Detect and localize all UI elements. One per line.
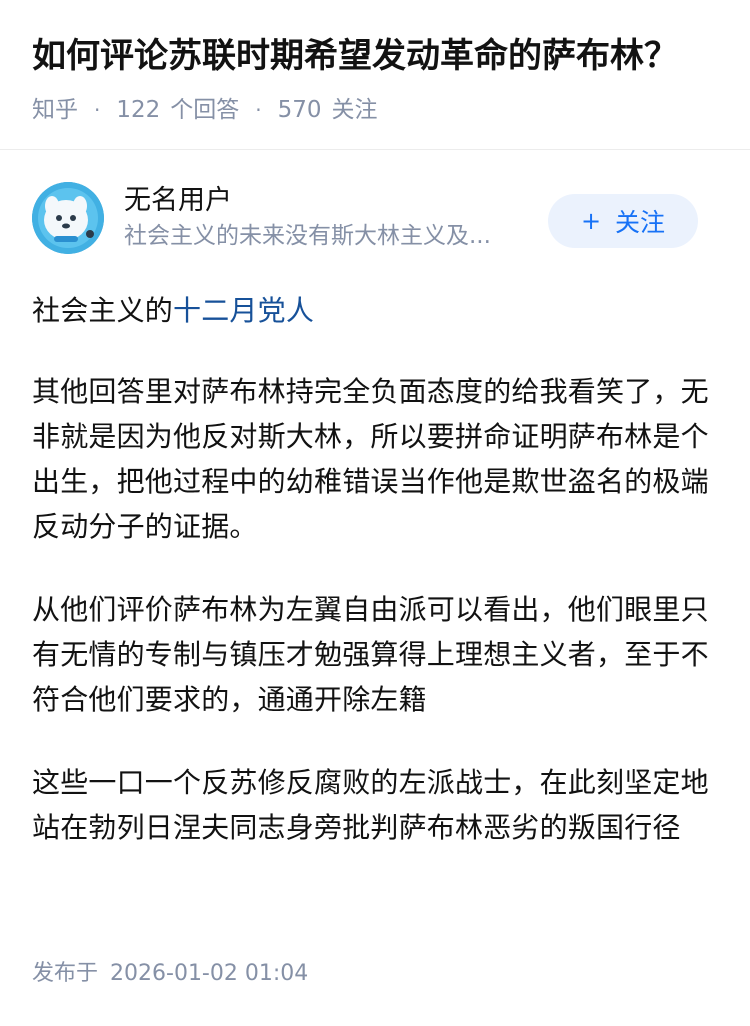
- plus-icon: +: [580, 207, 602, 235]
- follow-count: 570: [277, 97, 322, 123]
- follow-count-link[interactable]: 570 关注: [278, 94, 378, 126]
- meta-separator: ·: [255, 98, 262, 122]
- author-bio: 社会主义的未来没有斯大林主义及...: [124, 223, 491, 249]
- source-label[interactable]: 知乎: [32, 94, 78, 126]
- paragraph-3: 从他们评价萨布林为左翼自由派可以看出，他们眼里只有无情的专制与镇压才勉强算得上理…: [32, 593, 709, 716]
- question-meta: 知乎 · 122 个回答 · 570 关注: [32, 94, 718, 126]
- publish-label: 发布于: [32, 961, 99, 986]
- answer-content: 社会主义的十二月党人 其他回答里对萨布林持完全负面态度的给我看笑了，无非就是因为…: [32, 288, 718, 850]
- author-row: 无名用户 社会主义的未来没有斯大林主义及... + 关注: [32, 150, 718, 286]
- question-header: 如何评论苏联时期希望发动革命的萨布林？ 知乎 · 122 个回答 · 570 关注: [0, 0, 750, 150]
- follow-button-label: 关注: [615, 208, 666, 237]
- answer-card: 无名用户 社会主义的未来没有斯大林主义及... + 关注 社会主义的十二月党人 …: [0, 150, 750, 850]
- paragraph-4: 这些一口一个反苏修反腐败的左派战士，在此刻坚定地站在勃列日涅夫同志身旁批判萨布林…: [32, 766, 709, 844]
- paragraph-2: 其他回答里对萨布林持完全负面态度的给我看笑了，无非就是因为他反对斯大林，所以要拼…: [32, 375, 709, 543]
- paragraph-1: 社会主义的十二月党人: [32, 288, 718, 333]
- topic-link[interactable]: 十二月党人: [173, 294, 314, 327]
- publish-timestamp: 2026-01-02 01:04: [110, 961, 309, 986]
- avatar[interactable]: [32, 182, 104, 254]
- meta-separator: ·: [94, 98, 101, 122]
- publish-time: 发布于 2026-01-02 01:04: [32, 958, 308, 990]
- question-title[interactable]: 如何评论苏联时期希望发动革命的萨布林？: [32, 32, 718, 80]
- blue-creature-avatar-icon: [32, 182, 104, 254]
- author-info: 无名用户 社会主义的未来没有斯大林主义及...: [124, 183, 544, 253]
- answer-count-label: 个回答: [170, 97, 240, 123]
- author-name[interactable]: 无名用户: [124, 183, 544, 219]
- follow-count-label: 关注: [331, 97, 378, 123]
- paragraph-1-text: 社会主义的: [32, 294, 174, 327]
- follow-button[interactable]: + 关注: [548, 194, 698, 248]
- answer-count: 122: [116, 97, 161, 123]
- answer-count-link[interactable]: 122 个回答: [116, 94, 239, 126]
